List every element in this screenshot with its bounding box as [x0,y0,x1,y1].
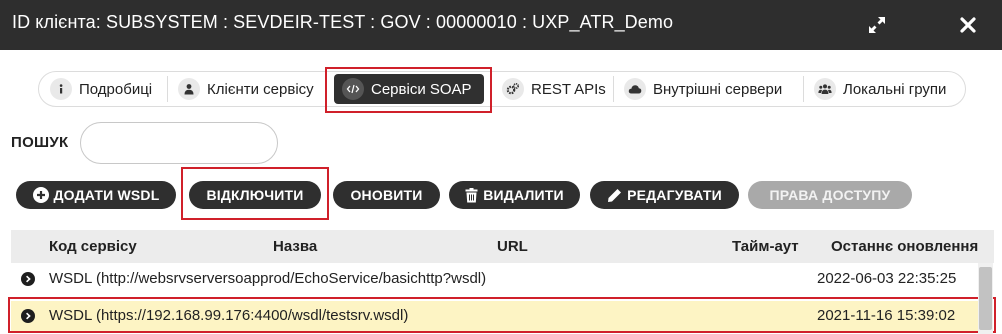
close-button[interactable] [943,0,993,50]
search-input[interactable] [80,122,278,164]
edit-button[interactable]: РЕДАГУВАТИ [590,181,739,209]
user-icon [178,78,200,100]
tab-details[interactable]: Подробиці [50,72,152,106]
edit-label: РЕДАГУВАТИ [627,187,722,203]
tab-label: Внутрішні сервери [653,80,783,98]
expand-icon [869,17,885,33]
delete-button[interactable]: ВИДАЛИТИ [449,181,580,209]
add-wsdl-label: ДОДАТИ WSDL [53,187,160,203]
disable-label: ВІДКЛЮЧИТИ [206,187,304,203]
add-wsdl-button[interactable]: ДОДАТИ WSDL [16,181,176,209]
gears-icon [502,78,524,100]
delete-label: ВИДАЛИТИ [483,187,564,203]
tab-local-groups[interactable]: Локальні групи [814,72,946,106]
cloud-icon [624,78,646,100]
refresh-button[interactable]: ОНОВИТИ [333,181,440,209]
tab-label: Локальні групи [843,80,947,98]
tab-label: Сервіси SOAP [371,80,472,98]
disable-button[interactable]: ВІДКЛЮЧИТИ [189,181,321,209]
tab-label: Клієнти сервісу [207,80,314,98]
tab-divider [167,76,168,102]
trash-icon [465,187,478,203]
last-updated-cell: 2022-06-03 22:35:25 [817,270,957,287]
tab-bar: Подробиці Клієнти сервісу Сервіси SOAP R… [38,71,966,107]
column-header-name[interactable]: Назва [273,238,317,255]
expand-row-icon[interactable] [21,272,35,286]
table-header: Код сервісу Назва URL Тайм-аут Останнє о… [11,230,994,263]
table-row-selected[interactable]: WSDL (https://192.168.99.176:4400/wsdl/t… [11,301,983,332]
column-header-timeout[interactable]: Тайм-аут [732,238,799,255]
close-icon [960,17,976,33]
tab-internal-servers[interactable]: Внутрішні сервери [624,72,782,106]
access-rights-label: ПРАВА ДОСТУПУ [769,187,891,203]
column-header-service-code[interactable]: Код сервісу [49,238,137,255]
group-icon [814,78,836,100]
tab-divider [803,76,804,102]
service-code-cell: WSDL (https://192.168.99.176:4400/wsdl/t… [49,307,409,324]
tab-service-clients[interactable]: Клієнти сервісу [178,72,314,106]
code-icon [342,78,364,100]
expand-button[interactable] [852,0,902,50]
table-scrollbar-thumb[interactable] [979,267,992,330]
pencil-icon [607,188,622,203]
dialog-titlebar: ID клієнта: SUBSYSTEM : SEVDEIR-TEST : G… [0,0,1002,50]
last-updated-cell: 2021-11-16 15:39:02 [817,307,956,324]
table-row[interactable]: WSDL (http://websrvserversoapprod/EchoSe… [11,264,983,295]
plus-circle-icon [32,187,49,203]
expand-row-icon[interactable] [21,309,35,323]
tab-divider [613,76,614,102]
column-header-url[interactable]: URL [497,238,528,255]
tab-label: Подробиці [79,80,153,98]
tab-label: REST APIs [531,80,606,98]
info-icon [50,78,72,100]
column-header-last-updated[interactable]: Останнє оновлення [831,238,978,255]
dialog-title: ID клієнта: SUBSYSTEM : SEVDEIR-TEST : G… [12,12,674,32]
refresh-label: ОНОВИТИ [350,187,423,203]
tab-rest-apis[interactable]: REST APIs [502,72,606,106]
search-label: ПОШУК [11,134,69,151]
service-code-cell: WSDL (http://websrvserversoapprod/EchoSe… [49,270,487,287]
tab-soap-services[interactable]: Сервіси SOAP [334,74,484,104]
access-rights-button[interactable]: ПРАВА ДОСТУПУ [748,181,912,209]
